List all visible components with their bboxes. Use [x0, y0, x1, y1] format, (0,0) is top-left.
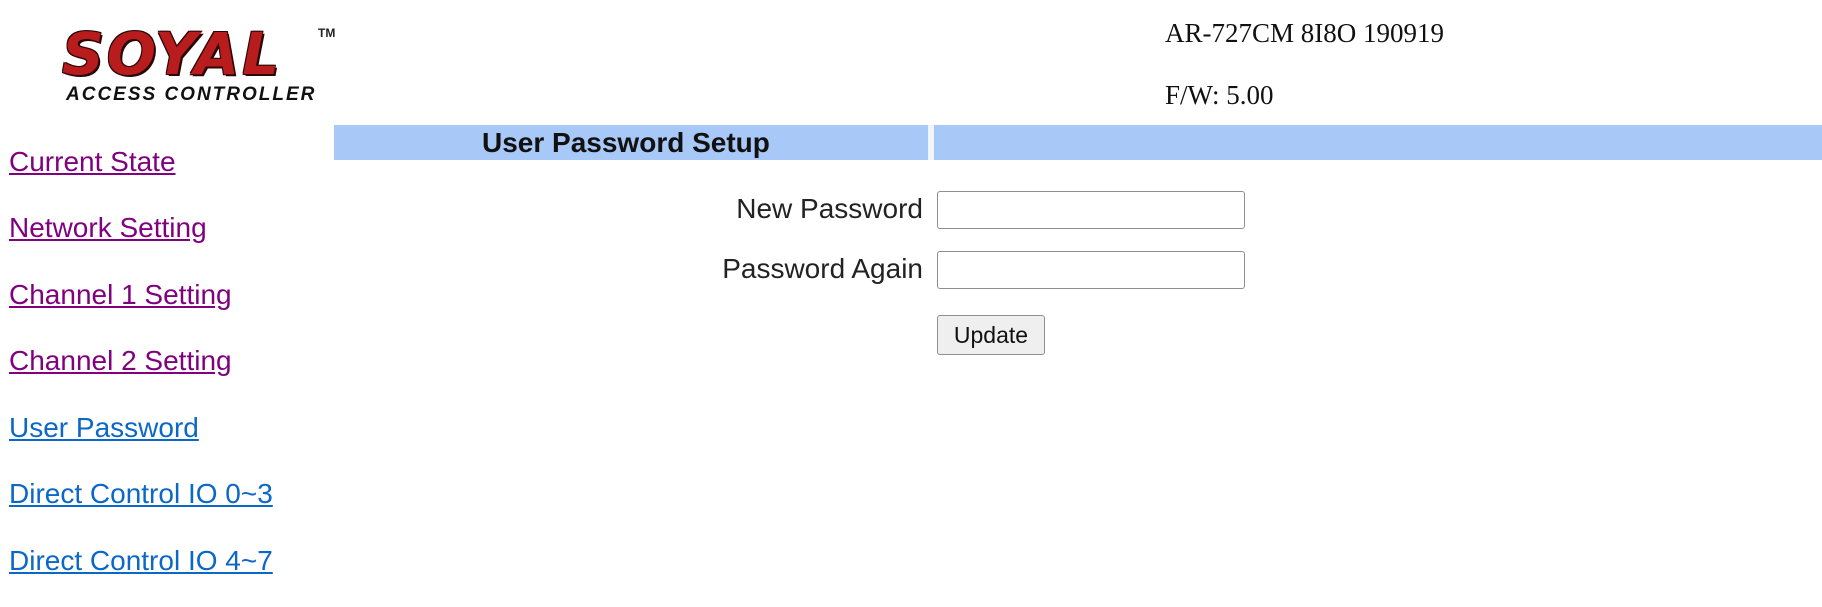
sidebar-item-user-password[interactable]: User Password: [9, 412, 199, 444]
sidebar-item-network-setting[interactable]: Network Setting: [9, 212, 207, 244]
soyal-logo: SOYAL TM ACCESS CONTROLLER: [62, 22, 352, 112]
logo-wordmark: SOYAL: [62, 20, 283, 88]
page-title: User Password Setup: [482, 127, 770, 158]
header-divider: [928, 125, 934, 160]
sidebar-item-direct-control-io-0-3[interactable]: Direct Control IO 0~3: [9, 478, 273, 510]
password-again-label: Password Again: [722, 253, 923, 284]
new-password-input[interactable]: [937, 191, 1245, 229]
device-model: AR-727CM 8I8O 190919: [1165, 18, 1445, 48]
password-again-input[interactable]: [937, 251, 1245, 289]
sidebar-item-channel-1-setting[interactable]: Channel 1 Setting: [9, 279, 232, 311]
new-password-label: New Password: [736, 193, 923, 224]
firmware-version: F/W: 5.00: [1165, 80, 1274, 110]
sidebar-item-current-state[interactable]: Current State: [9, 146, 176, 178]
update-button[interactable]: Update: [937, 315, 1045, 355]
page: SOYAL TM ACCESS CONTROLLER AR-727CM 8I8O…: [0, 0, 1822, 607]
section-header-bar: User Password Setup: [334, 125, 1822, 160]
logo-subtitle: ACCESS CONTROLLER: [66, 84, 317, 105]
sidebar-item-direct-control-io-4-7[interactable]: Direct Control IO 4~7: [9, 545, 273, 577]
logo-trademark: TM: [318, 26, 336, 40]
sidebar-item-channel-2-setting[interactable]: Channel 2 Setting: [9, 345, 232, 377]
